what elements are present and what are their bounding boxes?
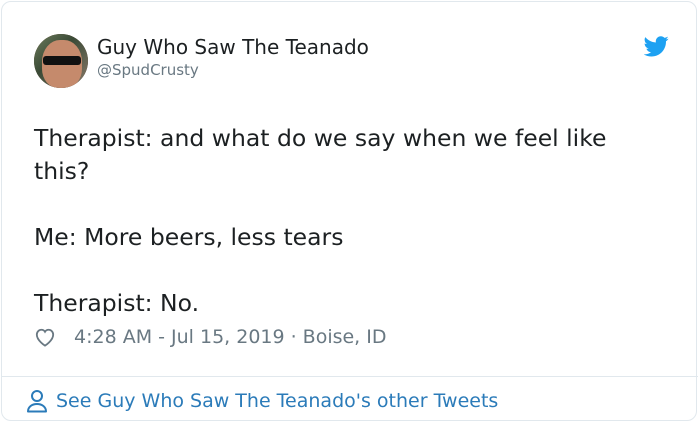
tweet-card: Guy Who Saw The Teanado @SpudCrusty Ther… [1,1,698,421]
tweet-meta: 4:28 AM - Jul 15, 2019 · Boise, ID [34,324,387,350]
other-tweets-link[interactable]: See Guy Who Saw The Teanado's other Twee… [26,388,498,414]
tweet-text: Therapist: and what do we say when we fe… [34,122,664,320]
author-display-name[interactable]: Guy Who Saw The Teanado [97,35,369,59]
other-tweets-link-text[interactable]: See Guy Who Saw The Teanado's other Twee… [56,390,498,412]
tweet-timestamp[interactable]: 4:28 AM - Jul 15, 2019 [74,326,285,348]
heart-icon[interactable] [34,327,56,347]
tweet-line: Therapist: and what do we say when we fe… [34,124,607,185]
divider [2,376,698,377]
tweet-line: Therapist: No. [34,289,200,317]
person-icon [27,390,47,413]
author-handle[interactable]: @SpudCrusty [97,61,199,79]
avatar[interactable] [34,34,88,88]
meta-separator: · [290,326,297,348]
tweet-location[interactable]: Boise, ID [303,326,387,348]
tweet-line: Me: More beers, less tears [34,223,344,251]
twitter-bird-icon[interactable] [644,36,669,57]
